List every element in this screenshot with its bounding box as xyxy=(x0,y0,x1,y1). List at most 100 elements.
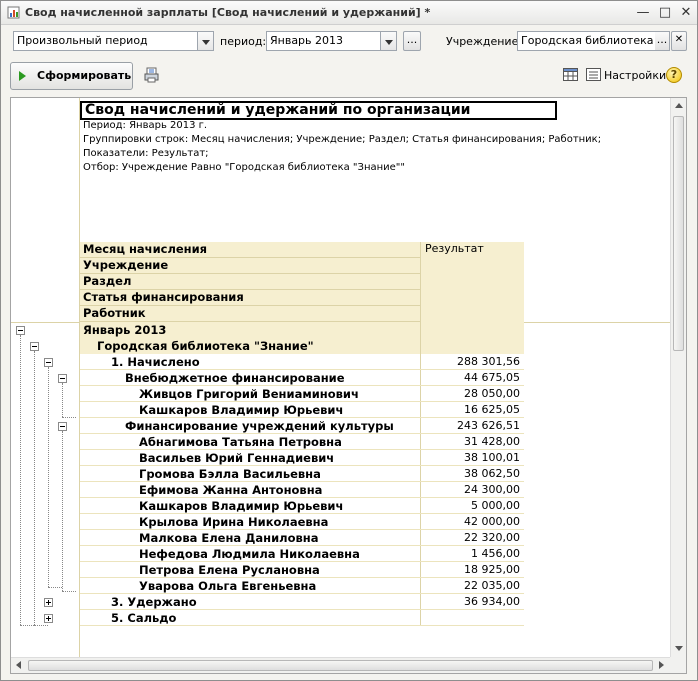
row-value: 22 320,00 xyxy=(420,530,524,546)
header-institution: Учреждение xyxy=(80,258,420,274)
row-label: Ефимова Жанна Антоновна xyxy=(139,483,323,497)
table-row[interactable]: Городская библиотека "Знание" xyxy=(80,338,524,354)
collapse-institution-icon[interactable] xyxy=(30,342,39,351)
row-label: Громова Бэлла Васильевна xyxy=(139,467,321,481)
expand-balance-icon[interactable] xyxy=(44,614,53,623)
row-value: 38 062,50 xyxy=(420,466,524,482)
table-row[interactable]: 5. Сальдо xyxy=(80,610,524,626)
row-label: Финансирование учреждений культуры xyxy=(125,419,394,433)
settings-button[interactable]: Настройки xyxy=(604,69,666,82)
period-select-button[interactable]: ... xyxy=(403,31,421,51)
table-row[interactable]: Громова Бэлла Васильевна 38 062,50 xyxy=(80,466,524,482)
table-row[interactable]: Малкова Елена Даниловна 22 320,00 xyxy=(80,530,524,546)
row-value: 22 035,00 xyxy=(420,578,524,594)
period-label: период: xyxy=(220,35,267,48)
header-section: Раздел xyxy=(80,274,420,290)
table-row[interactable]: Финансирование учреждений культуры 243 6… xyxy=(80,418,524,434)
table-row[interactable]: Крылова Ирина Николаевна 42 000,00 xyxy=(80,514,524,530)
tree-line xyxy=(62,431,63,591)
row-label: Васильев Юрий Геннадиевич xyxy=(139,451,335,465)
tree-line xyxy=(34,351,35,625)
row-value xyxy=(420,338,524,354)
generate-button-label: Сформировать xyxy=(37,69,132,82)
settings-icon xyxy=(586,68,601,81)
tree-line xyxy=(20,625,34,626)
report-groupings: Группировки строк: Месяц начисления; Учр… xyxy=(83,134,602,145)
row-label: Петрова Елена Руслановна xyxy=(139,563,320,577)
expand-withheld-icon[interactable] xyxy=(44,598,53,607)
maximize-icon[interactable]: □ xyxy=(657,5,673,21)
table-row[interactable]: Кашкаров Владимир Юрьевич 5 000,00 xyxy=(80,498,524,514)
row-value: 38 100,01 xyxy=(420,450,524,466)
help-button[interactable]: ? xyxy=(666,67,682,83)
table-row[interactable]: 3. Удержано 36 934,00 xyxy=(80,594,524,610)
horizontal-scroll-thumb[interactable] xyxy=(28,660,653,671)
row-label: Кашкаров Владимир Юрьевич xyxy=(139,499,344,513)
print-preview-icon[interactable] xyxy=(144,67,160,83)
scroll-corner xyxy=(670,657,686,673)
row-label: Январь 2013 xyxy=(83,323,167,337)
generate-button[interactable]: Сформировать xyxy=(10,62,133,90)
collapse-accrued-icon[interactable] xyxy=(44,358,53,367)
row-label: Малкова Елена Даниловна xyxy=(139,531,319,545)
table-row[interactable]: Живцов Григорий Вениаминович 28 050,00 xyxy=(80,386,524,402)
table-layout-icon[interactable] xyxy=(563,68,578,81)
horizontal-scrollbar[interactable] xyxy=(11,657,670,673)
row-label: 3. Удержано xyxy=(111,595,197,609)
row-value: 18 925,00 xyxy=(420,562,524,578)
scroll-up-icon[interactable] xyxy=(675,103,683,108)
institution-label: Учреждение: xyxy=(446,35,523,48)
table-row[interactable]: Внебюджетное финансирование 44 675,05 xyxy=(80,370,524,386)
close-icon[interactable]: ✕ xyxy=(678,5,694,21)
tree-line xyxy=(20,335,21,625)
row-label: Крылова Ирина Николаевна xyxy=(139,515,329,529)
institution-clear-button[interactable]: ✕ xyxy=(671,31,687,51)
period-dropdown-icon[interactable] xyxy=(381,31,397,51)
period-type-dropdown-icon[interactable] xyxy=(198,31,214,51)
scroll-down-icon[interactable] xyxy=(675,646,683,651)
report-spreadsheet[interactable]: Свод начислений и удержаний по организац… xyxy=(10,97,687,674)
table-row[interactable]: Ефимова Жанна Антоновна 24 300,00 xyxy=(80,482,524,498)
collapse-culture-funding-icon[interactable] xyxy=(58,422,67,431)
table-row[interactable]: Васильев Юрий Геннадиевич 38 100,01 xyxy=(80,450,524,466)
report-title: Свод начислений и удержаний по организац… xyxy=(80,101,557,120)
table-row[interactable]: Петрова Елена Руслановна 18 925,00 xyxy=(80,562,524,578)
row-value xyxy=(420,322,524,338)
collapse-extrabudget-icon[interactable] xyxy=(58,374,67,383)
minimize-icon[interactable]: — xyxy=(635,5,651,21)
header-funding: Статья финансирования xyxy=(80,290,420,306)
row-value: 1 456,00 xyxy=(420,546,524,562)
institution-select-button[interactable]: ... xyxy=(655,31,670,51)
row-value: 5 000,00 xyxy=(420,498,524,514)
tree-line xyxy=(34,625,48,626)
table-row[interactable]: Абнагимова Татьяна Петровна 31 428,00 xyxy=(80,434,524,450)
period-type-select[interactable]: Произвольный период xyxy=(13,31,198,51)
header-employee: Работник xyxy=(80,306,420,322)
tree-line xyxy=(48,367,49,587)
institution-input[interactable]: Городская библиотека "Зн xyxy=(517,31,657,51)
table-row[interactable]: 1. Начислено 288 301,56 xyxy=(80,354,524,370)
tree-line xyxy=(62,383,63,417)
row-label: 1. Начислено xyxy=(111,355,200,369)
row-label: Внебюджетное финансирование xyxy=(125,371,345,385)
row-label: Абнагимова Татьяна Петровна xyxy=(139,435,342,449)
row-label: 5. Сальдо xyxy=(111,611,177,625)
header-result: Результат xyxy=(420,242,524,322)
table-row[interactable]: Кашкаров Владимир Юрьевич 16 625,05 xyxy=(80,402,524,418)
row-value: 288 301,56 xyxy=(420,354,524,370)
vertical-scroll-thumb[interactable] xyxy=(673,116,684,351)
scroll-left-icon[interactable] xyxy=(16,661,21,669)
vertical-scrollbar[interactable] xyxy=(670,98,686,657)
table-row[interactable]: Уварова Ольга Евгеньевна 22 035,00 xyxy=(80,578,524,594)
collapse-month-icon[interactable] xyxy=(16,326,25,335)
scroll-right-icon[interactable] xyxy=(659,661,664,669)
tree-line xyxy=(48,587,62,588)
table-row[interactable]: Нефедова Людмила Николаевна 1 456,00 xyxy=(80,546,524,562)
table-row[interactable]: Январь 2013 xyxy=(80,322,524,338)
tree-line xyxy=(62,417,76,418)
row-value: 24 300,00 xyxy=(420,482,524,498)
period-input[interactable]: Январь 2013 xyxy=(266,31,381,51)
row-value: 44 675,05 xyxy=(420,370,524,386)
row-value xyxy=(420,610,524,626)
row-value: 31 428,00 xyxy=(420,434,524,450)
